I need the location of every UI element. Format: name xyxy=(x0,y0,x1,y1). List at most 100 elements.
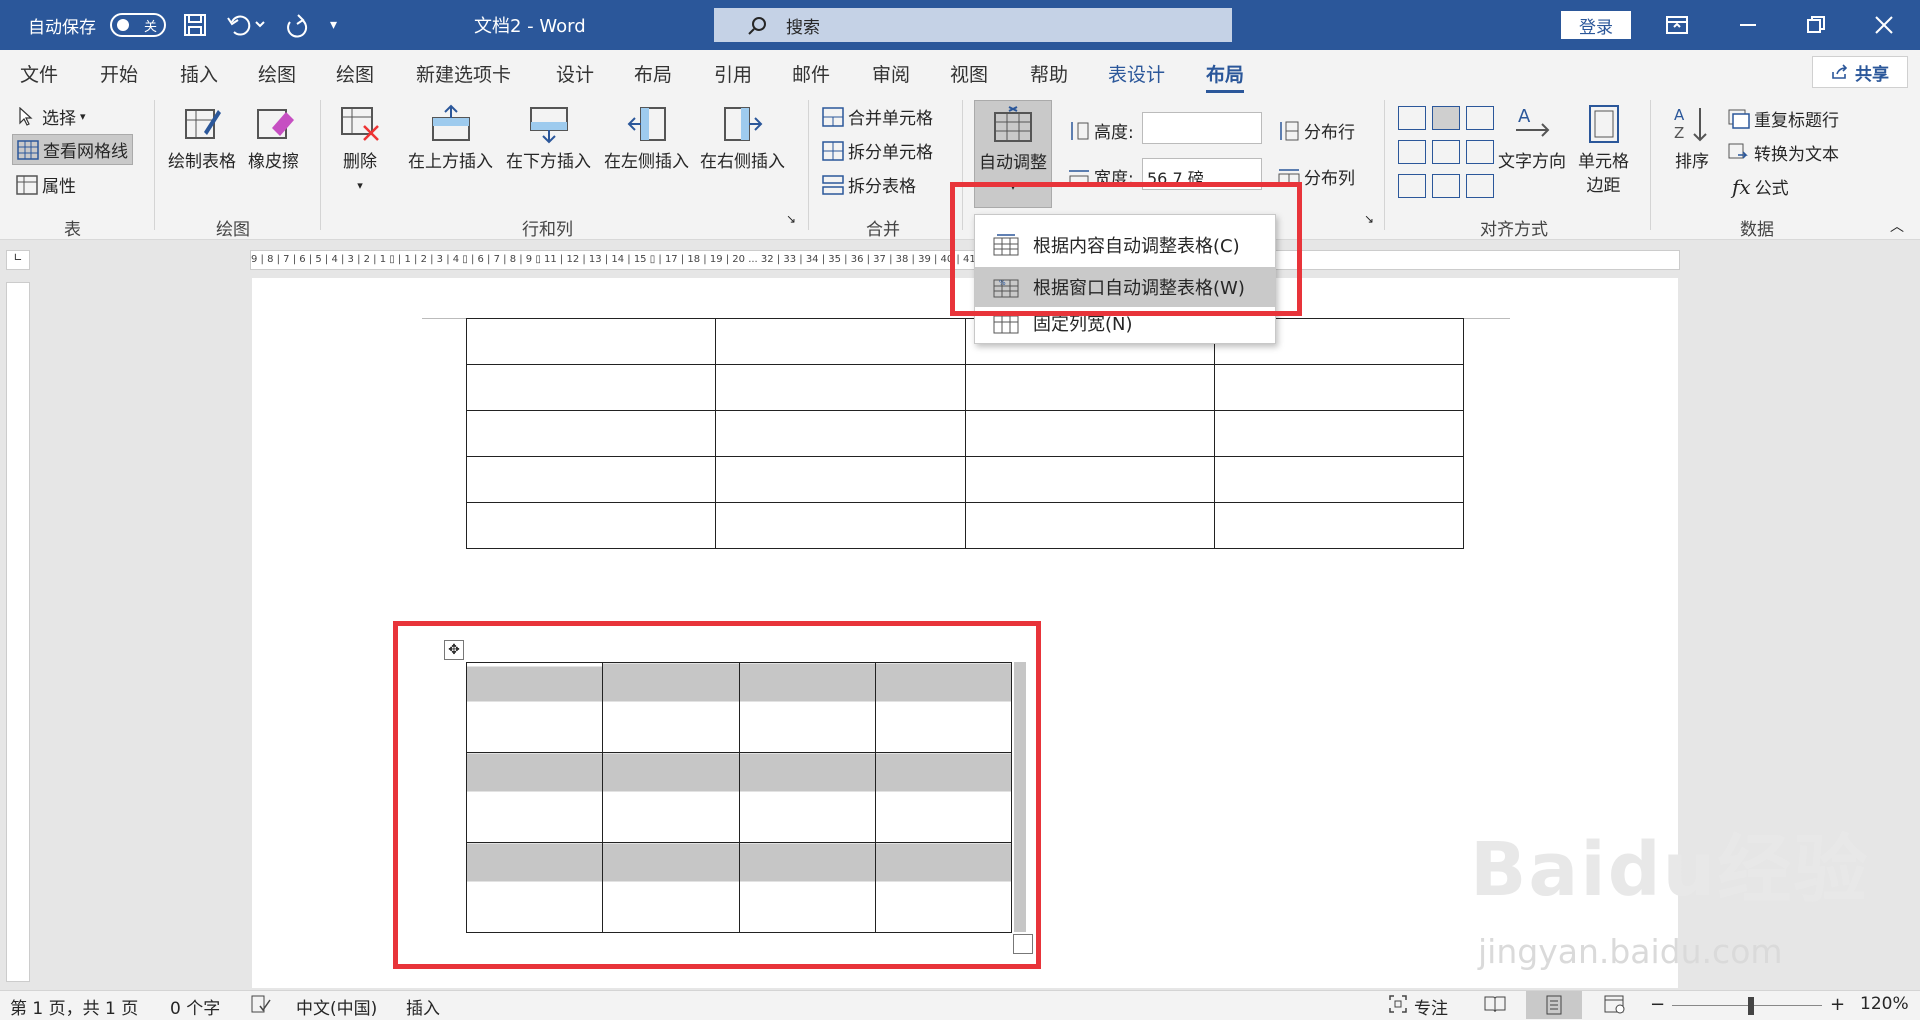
restore-icon[interactable] xyxy=(1806,0,1826,50)
formula-label: 公式 xyxy=(1754,179,1789,199)
collapse-ribbon-icon[interactable]: ︿ xyxy=(1890,216,1904,236)
table-cell[interactable] xyxy=(1213,410,1465,457)
table-cell[interactable] xyxy=(465,502,717,549)
table-cell[interactable] xyxy=(465,410,717,457)
table-cell[interactable] xyxy=(465,364,717,411)
tab-mailings[interactable]: 邮件 xyxy=(792,60,830,87)
share-button[interactable]: 共享 xyxy=(1812,56,1908,88)
autosave-toggle[interactable]: 关 xyxy=(110,13,166,37)
language[interactable]: 中文(中国) xyxy=(296,994,377,1019)
text-direction-button[interactable]: A 文字方向 xyxy=(1498,104,1566,174)
undo-icon[interactable] xyxy=(226,0,266,50)
cellsize-dialog-launcher-icon[interactable]: ↘ xyxy=(1364,212,1374,226)
tab-draw-2[interactable]: 绘图 xyxy=(336,60,374,87)
height-input[interactable] xyxy=(1142,112,1262,144)
table-cell[interactable] xyxy=(465,318,717,365)
table-cell[interactable] xyxy=(964,456,1215,503)
split-cells-button[interactable]: 拆分单元格 xyxy=(822,138,933,163)
tab-review[interactable]: 审阅 xyxy=(872,60,910,87)
table-cell[interactable] xyxy=(465,456,717,503)
zoom-slider-thumb[interactable] xyxy=(1748,997,1754,1015)
tab-new-tab[interactable]: 新建选项卡 xyxy=(416,60,511,87)
tab-home[interactable]: 开始 xyxy=(100,60,138,87)
table-cell[interactable] xyxy=(715,456,966,503)
align-middle-right-icon[interactable] xyxy=(1466,140,1494,164)
margin-mark xyxy=(422,318,468,319)
insert-right-button[interactable]: 在右侧插入 xyxy=(700,104,785,174)
ribbon-display-options-icon[interactable] xyxy=(1666,0,1688,50)
table-cell[interactable] xyxy=(964,502,1215,549)
close-icon[interactable] xyxy=(1874,0,1894,50)
table-cell[interactable] xyxy=(964,410,1215,457)
tab-draw[interactable]: 绘图 xyxy=(258,60,296,87)
tab-table-layout[interactable]: 布局 xyxy=(1206,60,1245,93)
align-bottom-right-icon[interactable] xyxy=(1466,174,1494,198)
select-button[interactable]: 选择 ▾ xyxy=(16,104,86,129)
tab-selector[interactable]: ∟ xyxy=(6,250,30,270)
delete-button[interactable]: 删除 ▾ xyxy=(340,104,380,198)
table-cell[interactable] xyxy=(715,410,966,457)
tab-design[interactable]: 设计 xyxy=(556,60,594,87)
tab-file[interactable]: 文件 xyxy=(20,60,58,87)
web-layout-icon[interactable] xyxy=(1604,994,1626,1019)
eraser-button[interactable]: 橡皮擦 xyxy=(248,104,299,174)
table-1[interactable] xyxy=(465,318,1465,549)
align-top-right-icon[interactable] xyxy=(1466,106,1494,130)
page-count[interactable]: 第 1 页，共 1 页 xyxy=(10,994,138,1019)
zoom-level[interactable]: 120% xyxy=(1860,994,1909,1014)
focus-button[interactable]: 专注 xyxy=(1388,994,1448,1019)
table-cell[interactable] xyxy=(715,364,966,411)
tab-references[interactable]: 引用 xyxy=(714,60,752,87)
insert-mode[interactable]: 插入 xyxy=(406,994,440,1019)
proofing-icon[interactable] xyxy=(250,994,272,1019)
align-bottom-center-icon[interactable] xyxy=(1432,174,1460,198)
properties-button[interactable]: 属性 xyxy=(16,172,76,197)
align-middle-left-icon[interactable] xyxy=(1398,140,1426,164)
rowcol-dialog-launcher-icon[interactable]: ↘ xyxy=(786,212,796,226)
search-box[interactable]: 搜索 xyxy=(714,8,1232,42)
zoom-slider[interactable] xyxy=(1672,1005,1822,1006)
table-cell[interactable] xyxy=(715,502,966,549)
split-table-button[interactable]: 拆分表格 xyxy=(822,172,916,197)
align-top-center-icon[interactable] xyxy=(1432,106,1460,130)
table-cell[interactable] xyxy=(1213,456,1465,503)
draw-table-button[interactable]: 绘制表格 xyxy=(168,104,236,174)
table-cell[interactable] xyxy=(964,364,1215,411)
read-mode-icon[interactable] xyxy=(1484,994,1506,1019)
tab-layout[interactable]: 布局 xyxy=(634,60,672,87)
convert-text-button[interactable]: 转换为文本 xyxy=(1728,140,1839,165)
zoom-in-button[interactable]: + xyxy=(1830,994,1845,1015)
login-button[interactable]: 登录 xyxy=(1561,11,1631,39)
tab-table-design[interactable]: 表设计 xyxy=(1108,60,1165,87)
tab-view[interactable]: 视图 xyxy=(950,60,988,87)
view-gridlines-button[interactable]: 查看网格线 xyxy=(12,134,133,165)
word-count[interactable]: 0 个字 xyxy=(170,994,220,1019)
tab-insert[interactable]: 插入 xyxy=(180,60,218,87)
sort-button[interactable]: AZ 排序 xyxy=(1672,104,1712,174)
customize-qat-icon[interactable]: ▾ xyxy=(330,0,337,50)
minimize-icon[interactable] xyxy=(1738,0,1758,50)
align-middle-center-icon[interactable] xyxy=(1432,140,1460,164)
insert-below-button[interactable]: 在下方插入 xyxy=(506,104,591,174)
cell-margins-button[interactable]: 单元格 边距 xyxy=(1578,104,1629,198)
table-cell[interactable] xyxy=(1213,364,1465,411)
table-cell[interactable] xyxy=(1213,502,1465,549)
insert-above-button[interactable]: 在上方插入 xyxy=(408,104,493,174)
merge-cells-button[interactable]: 合并单元格 xyxy=(822,104,933,129)
title-bar: 自动保存 关 ▾ 文档2 - Word 搜索 登录 xyxy=(0,0,1920,50)
formula-button[interactable]: fx 公式 xyxy=(1732,174,1789,200)
insert-left-button[interactable]: 在左侧插入 xyxy=(604,104,689,174)
repeat-header-label: 重复标题行 xyxy=(1754,111,1839,131)
tab-help[interactable]: 帮助 xyxy=(1030,60,1068,87)
zoom-out-button[interactable]: − xyxy=(1650,994,1665,1015)
group-table-label: 表 xyxy=(64,220,81,240)
table-cell[interactable] xyxy=(715,318,966,365)
save-icon[interactable] xyxy=(182,0,208,50)
align-top-left-icon[interactable] xyxy=(1398,106,1426,130)
repeat-header-button[interactable]: 重复标题行 xyxy=(1728,106,1839,131)
redo-icon[interactable] xyxy=(282,0,310,50)
vertical-ruler[interactable] xyxy=(6,282,30,982)
print-layout-icon[interactable] xyxy=(1526,991,1582,1019)
align-bottom-left-icon[interactable] xyxy=(1398,174,1426,198)
distribute-rows-button[interactable]: 分布行 xyxy=(1278,118,1355,143)
